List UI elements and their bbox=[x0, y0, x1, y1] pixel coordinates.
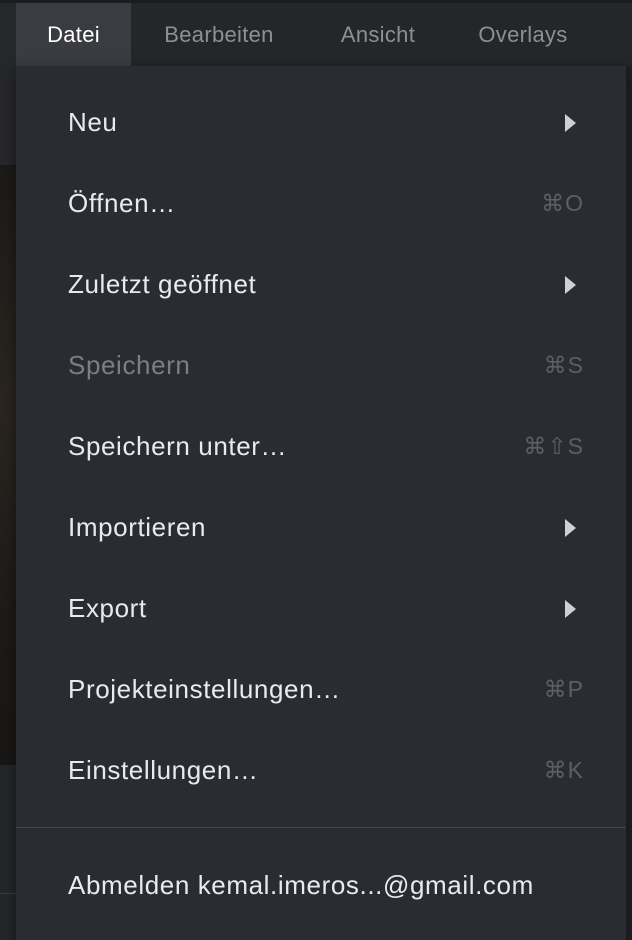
shortcut-label: ⌘P bbox=[543, 676, 584, 702]
menu-item-abmelden[interactable]: Abmelden kemal.imeros...@gmail.com bbox=[16, 845, 626, 926]
submenu-arrow-icon bbox=[565, 518, 576, 537]
submenu-arrow-icon bbox=[565, 113, 576, 132]
app-window: Datei Bearbeiten Ansicht Overlays Neu Öf… bbox=[0, 0, 632, 940]
file-menu-dropdown: Neu Öffnen… ⌘O Zuletzt geöffnet Speicher… bbox=[16, 66, 626, 940]
shortcut-label: ⌘K bbox=[543, 757, 584, 783]
menubar-overlays[interactable]: Overlays bbox=[449, 3, 597, 66]
menu-item-label: Abmelden kemal.imeros...@gmail.com bbox=[68, 870, 534, 900]
menu-item-label: Zuletzt geöffnet bbox=[68, 269, 257, 299]
menu-item-label: Importieren bbox=[68, 512, 207, 542]
menu-item-label: Einstellungen… bbox=[68, 755, 259, 785]
menubar-bearbeiten[interactable]: Bearbeiten bbox=[131, 3, 307, 66]
menu-item-oeffnen[interactable]: Öffnen… ⌘O bbox=[16, 163, 626, 244]
menu-item-einstellungen[interactable]: Einstellungen… ⌘K bbox=[16, 730, 626, 811]
menu-item-label: Öffnen… bbox=[68, 188, 176, 218]
menu-item-label: Projekteinstellungen… bbox=[68, 674, 341, 704]
menu-separator bbox=[16, 827, 626, 828]
menu-item-speichern: Speichern ⌘S bbox=[16, 325, 626, 406]
menu-item-label: Export bbox=[68, 593, 147, 623]
shortcut-label: ⌘⇧S bbox=[523, 433, 584, 459]
menu-item-export[interactable]: Export bbox=[16, 568, 626, 649]
menubar-ansicht[interactable]: Ansicht bbox=[307, 3, 449, 66]
menu-item-importieren[interactable]: Importieren bbox=[16, 487, 626, 568]
menubar: Datei Bearbeiten Ansicht Overlays bbox=[16, 3, 632, 66]
menubar-datei[interactable]: Datei bbox=[16, 3, 131, 66]
menu-item-zuletzt-geoeffnet[interactable]: Zuletzt geöffnet bbox=[16, 244, 626, 325]
menu-item-label: Neu bbox=[68, 107, 118, 137]
menu-item-neu[interactable]: Neu bbox=[16, 82, 626, 163]
menu-item-projekteinstellungen[interactable]: Projekteinstellungen… ⌘P bbox=[16, 649, 626, 730]
menu-item-label: Speichern unter… bbox=[68, 431, 288, 461]
submenu-arrow-icon bbox=[565, 599, 576, 618]
shortcut-label: ⌘O bbox=[541, 190, 584, 216]
shortcut-label: ⌘S bbox=[543, 352, 584, 378]
menu-item-label: Speichern bbox=[68, 350, 191, 380]
menu-item-speichern-unter[interactable]: Speichern unter… ⌘⇧S bbox=[16, 406, 626, 487]
submenu-arrow-icon bbox=[565, 275, 576, 294]
